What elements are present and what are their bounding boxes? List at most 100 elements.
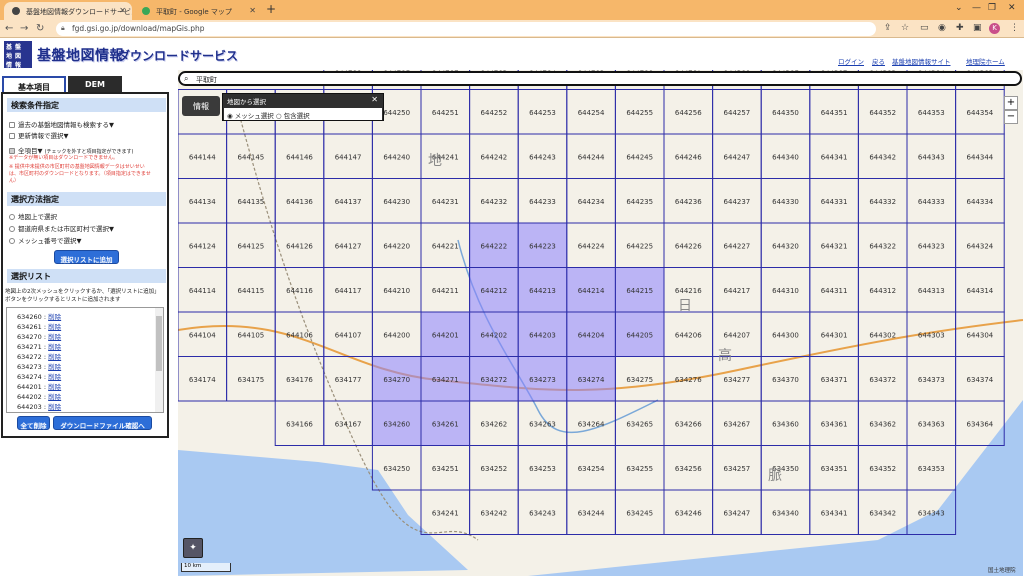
share-icon[interactable]: ⇪ (884, 23, 892, 33)
mesh-code: 634262 (481, 420, 508, 428)
mesh-code: 644252 (481, 109, 508, 117)
info-button[interactable]: 情報 (182, 96, 220, 116)
delete-link[interactable]: 削除 (48, 323, 61, 331)
close-tab-icon[interactable]: ✕ (119, 6, 126, 15)
zoom-out-button[interactable]: − (1004, 110, 1018, 124)
avatar[interactable]: K (989, 23, 1000, 34)
close-window-icon[interactable]: ✕ (1008, 3, 1016, 13)
back-icon[interactable]: ← (5, 23, 13, 34)
cast-icon[interactable]: ▭ (920, 23, 929, 33)
chevron-down-icon[interactable]: ⌄ (955, 3, 963, 13)
tab-fgd[interactable]: 基盤地図情報ダウンロードサービス ✕ (4, 2, 132, 20)
login-link[interactable]: ログイン (838, 56, 864, 66)
mesh-code: 634360 (772, 420, 799, 428)
delete-all-button[interactable]: 全て削除 (17, 416, 50, 430)
mesh-code: 644243 (529, 153, 556, 161)
gsi-home-link[interactable]: 地理院ホーム (966, 56, 1005, 66)
mesh-code: 634260 (383, 420, 410, 428)
contain-select-radio[interactable]: ○ 包含選択 (276, 112, 310, 120)
delete-link[interactable]: 削除 (48, 353, 61, 361)
option-label: メッシュ選択 (234, 112, 274, 120)
mesh-select-radio[interactable]: ◉ メッシュ選択 (227, 112, 274, 120)
delete-link[interactable]: 削除 (48, 373, 61, 381)
mesh-code: 644104 (189, 331, 216, 339)
delete-link[interactable]: 削除 (48, 363, 61, 371)
puzzle-icon[interactable]: ✚ (956, 23, 964, 33)
map-view[interactable]: 6442606442616442626442636442646442656442… (178, 70, 1023, 576)
sidepanel-icon[interactable]: ▣ (973, 23, 982, 33)
browser-tab-bar: 基盤地図情報ダウンロードサービス ✕ 平取町 - Google マップ ✕ + … (0, 0, 1024, 20)
tab-dem[interactable]: DEM (68, 76, 122, 93)
mesh-code: 634373 (918, 376, 945, 384)
mesh-code: 644211 (432, 287, 459, 295)
tab-google-maps[interactable]: 平取町 - Google マップ ✕ (134, 2, 262, 20)
mesh-code: 644301 (821, 331, 848, 339)
menu-icon[interactable]: ⋮ (1010, 23, 1019, 33)
tab-basic-items[interactable]: 基本項目 (2, 76, 66, 93)
mesh-code: 634250 (383, 465, 410, 473)
mesh-code: 634277 (724, 376, 751, 384)
new-tab-icon[interactable]: + (266, 2, 276, 16)
mesh-code: 644302 (869, 331, 896, 339)
close-icon[interactable]: ✕ (371, 95, 378, 104)
forward-icon[interactable]: → (20, 23, 28, 34)
all-items-checkbox[interactable]: 全項目▼ (チェックを外すと項目指定ができます) (9, 145, 133, 155)
back-link[interactable]: 戻る (872, 56, 885, 66)
delete-link[interactable]: 削除 (48, 313, 61, 321)
mesh-code: 644333 (918, 198, 945, 206)
mesh-code: 644323 (918, 242, 945, 250)
add-to-list-button[interactable]: 選択リストに追加 (54, 250, 119, 264)
selection-listbox[interactable]: 634260 : 削除 634261 : 削除 634270 : 削除 634271 … (6, 307, 164, 413)
reload-icon[interactable]: ↻ (36, 23, 44, 34)
mesh-code: 634167 (335, 420, 362, 428)
list-item: 644201 : 削除 (17, 383, 62, 391)
option-label: 更新情報で選択▼ (18, 132, 69, 140)
mesh-code: 644254 (578, 109, 605, 117)
mesh-code: 634166 (286, 420, 313, 428)
zoom-in-button[interactable]: + (1004, 96, 1018, 110)
url-input[interactable]: 🔒︎ fgd.gsi.go.jp/download/mapGis.php (56, 22, 876, 36)
map-search-input[interactable]: ⌕ 平取町 (178, 71, 1022, 86)
delete-link[interactable]: 削除 (48, 343, 61, 351)
mesh-code: 644200 (383, 331, 410, 339)
extension-icon[interactable]: ◉ (938, 23, 946, 33)
option-label: 都道府県または市区町村で選択▼ (18, 225, 114, 233)
mesh-code: 644354 (967, 109, 994, 117)
download-confirm-button[interactable]: ダウンロードファイル確認へ (53, 416, 152, 430)
mesh-code: 644242 (481, 153, 508, 161)
mesh-code: 644304 (967, 331, 994, 339)
delete-link[interactable]: 削除 (48, 393, 61, 401)
mesh-code: 644204 (578, 331, 605, 339)
star-icon[interactable]: ☆ (901, 23, 909, 33)
option-label: メッシュ番号で選択▼ (18, 237, 82, 245)
mesh-code: 644321 (821, 242, 848, 250)
minimize-icon[interactable]: — (972, 3, 981, 13)
past-data-checkbox[interactable]: 過去の基盤地図情報も検索する▼ (9, 119, 114, 129)
close-tab-icon[interactable]: ✕ (249, 6, 256, 15)
mesh-code: 644253 (529, 109, 556, 117)
radio-mesh-select[interactable]: メッシュ番号で選択▼ (9, 235, 82, 245)
mesh-code: 634276 (675, 376, 702, 384)
mesh-code: 644233 (529, 198, 556, 206)
list-item: 634260 : 削除 (17, 313, 62, 321)
mesh-code: 634353 (918, 465, 945, 473)
location-icon[interactable]: ✦ (183, 538, 203, 558)
mesh-code: 634253 (529, 465, 556, 473)
delete-link[interactable]: 削除 (48, 383, 61, 391)
mesh-grid-map[interactable]: 6442606442616442626442636442646442656442… (178, 70, 1023, 576)
mesh-code: 644127 (335, 242, 362, 250)
delete-link[interactable]: 削除 (48, 333, 61, 341)
delete-link[interactable]: 削除 (48, 403, 61, 411)
restore-icon[interactable]: ❐ (988, 3, 996, 13)
update-info-checkbox[interactable]: 更新情報で選択▼ (9, 130, 69, 140)
mesh-code: 644215 (626, 287, 653, 295)
list-scrollbar[interactable] (155, 308, 163, 412)
radio-map-select[interactable]: 地図上で選択 (9, 211, 57, 221)
map-select-popup: 地図から選択 ✕ ◉ メッシュ選択 ○ 包含選択 (222, 93, 384, 121)
site-logo[interactable]: 基 盤 地 図 情 報 (4, 41, 32, 69)
map-attribution: 国土地理院 (988, 568, 1016, 574)
mesh-code: 644134 (189, 198, 216, 206)
fgd-site-link[interactable]: 基盤地図情報サイト (892, 56, 951, 66)
place-label: 日 (678, 298, 692, 314)
radio-pref-select[interactable]: 都道府県または市区町村で選択▼ (9, 223, 114, 233)
